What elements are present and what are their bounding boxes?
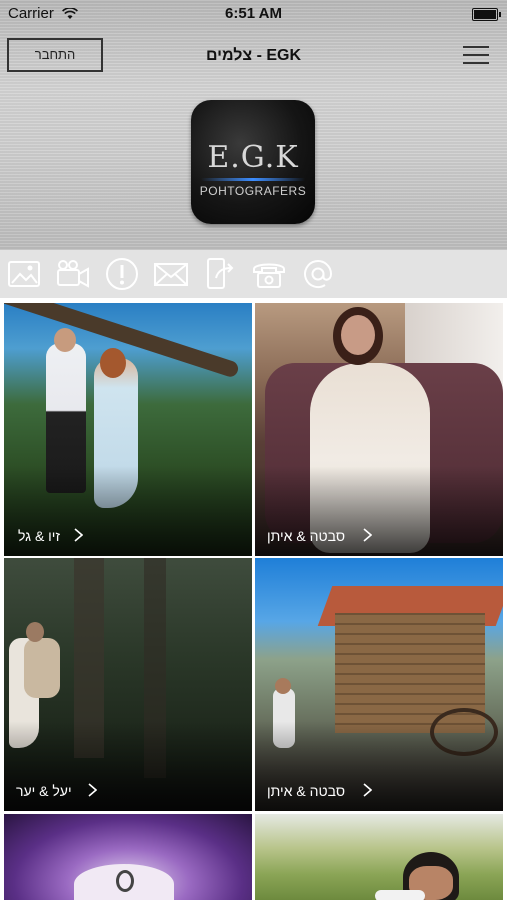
album-title: יעל & יער (16, 783, 72, 799)
info-icon[interactable] (104, 256, 140, 292)
album-photo (4, 814, 252, 900)
login-button[interactable]: התחבר (7, 38, 103, 72)
album-card-4[interactable]: סבטה & איתן (255, 558, 503, 811)
album-title: זיו & גל (18, 528, 60, 544)
logo-main-text: E.G.K (207, 140, 299, 175)
album-caption: סבטה & איתן (255, 771, 503, 811)
status-time: 6:51 AM (225, 5, 282, 22)
page-title: צלמים - EGK (205, 47, 302, 64)
album-caption: יעל & יער (4, 771, 252, 811)
battery-icon (472, 8, 501, 21)
album-title: סבטה & איתן (267, 528, 346, 544)
gallery-icon[interactable] (6, 256, 42, 292)
chevron-icon (363, 528, 372, 542)
album-caption: זיו & גל (4, 516, 252, 556)
hamburger-menu-icon[interactable] (463, 46, 489, 66)
mail-icon[interactable] (153, 256, 189, 292)
chevron-icon (88, 783, 97, 797)
action-icon-bar (0, 250, 507, 298)
logo-divider (201, 178, 305, 181)
status-bar: Carrier 6:51 AM (0, 0, 507, 28)
album-card-3[interactable]: יעל & יער (4, 558, 252, 811)
album-caption: סבטה & איתן (255, 516, 503, 556)
album-card-1[interactable]: זיו & גל (4, 303, 252, 556)
album-card-2[interactable]: סבטה & איתן (255, 303, 503, 556)
chevron-icon (363, 783, 372, 797)
album-title: סבטה & איתן (267, 783, 346, 799)
album-card-5[interactable] (4, 814, 252, 900)
album-card-6[interactable] (255, 814, 503, 900)
album-photo (255, 814, 503, 900)
logo-sub-text: POHTOGRAFERS (199, 184, 307, 198)
header: Carrier 6:51 AM התחבר צלמים - EGK E.G.K … (0, 0, 507, 250)
app-logo: E.G.K POHTOGRAFERS (191, 100, 315, 224)
chevron-icon (74, 528, 83, 542)
share-icon[interactable] (202, 256, 238, 292)
phone-icon[interactable] (251, 256, 287, 292)
video-camera-icon[interactable] (55, 256, 91, 292)
at-sign-icon[interactable] (300, 256, 336, 292)
